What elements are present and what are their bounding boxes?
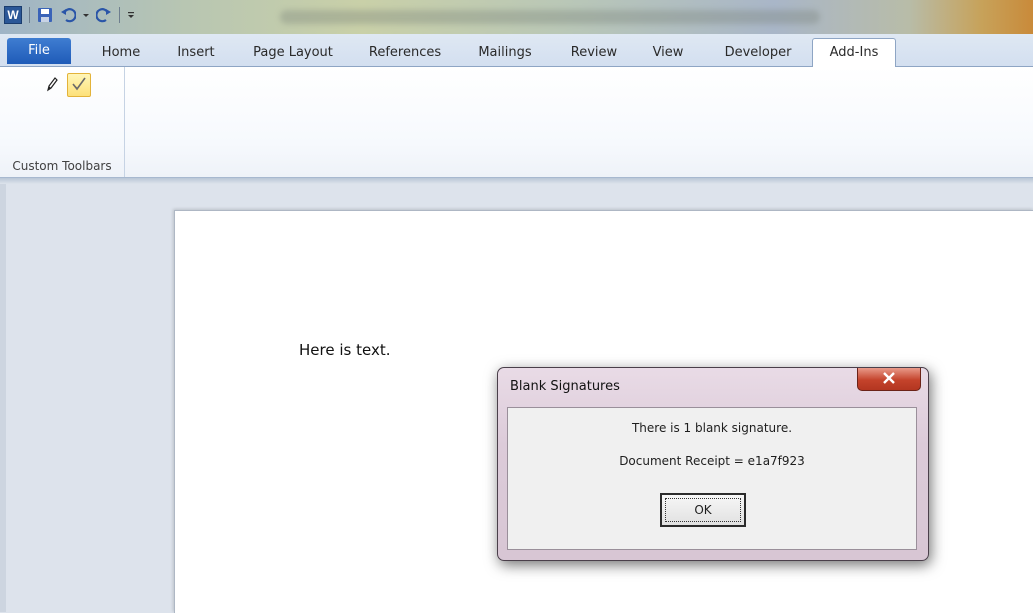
undo-icon[interactable]: [60, 7, 76, 23]
dialog-message-receipt: Document Receipt = e1a7f923: [619, 454, 805, 468]
checkmark-icon: [71, 76, 87, 95]
dialog-close-button[interactable]: [857, 368, 921, 391]
focus-rectangle: [665, 498, 741, 522]
close-icon: [882, 371, 896, 387]
undo-dropdown-icon[interactable]: [83, 7, 89, 23]
dialog-body: There is 1 blank signature. Document Rec…: [507, 407, 917, 550]
word-app-icon[interactable]: W: [4, 6, 22, 24]
blank-signatures-dialog: Blank Signatures There is 1 blank signat…: [497, 367, 929, 561]
save-icon[interactable]: [37, 7, 53, 23]
toolbar-separator: [29, 7, 30, 23]
pencil-button[interactable]: [41, 74, 63, 96]
tab-review[interactable]: Review: [564, 42, 624, 66]
quick-access-toolbar: W: [4, 6, 135, 24]
pencil-icon: [44, 76, 60, 95]
ribbon-group-label: Custom Toolbars: [12, 159, 112, 173]
tab-mailings[interactable]: Mailings: [470, 42, 540, 66]
ribbon-group-custom-toolbars: Custom Toolbars: [0, 67, 125, 177]
title-bar: W: [0, 0, 1033, 34]
dialog-message-count: There is 1 blank signature.: [631, 421, 793, 435]
customize-toolbar-icon[interactable]: [127, 7, 135, 23]
tab-view[interactable]: View: [646, 42, 690, 66]
ribbon-panel: Custom Toolbars: [0, 67, 1033, 178]
dialog-title: Blank Signatures: [510, 379, 620, 394]
ribbon-divider: [0, 178, 1033, 184]
toolbar-separator: [119, 7, 120, 23]
tab-references[interactable]: References: [363, 42, 447, 66]
left-margin-strip: [0, 184, 6, 612]
window-title-blurred: [280, 10, 820, 24]
tab-page-layout[interactable]: Page Layout: [246, 42, 340, 66]
tab-file[interactable]: File: [7, 38, 71, 64]
tab-add-ins[interactable]: Add-Ins: [812, 38, 896, 67]
tab-home[interactable]: Home: [96, 42, 146, 66]
document-text[interactable]: Here is text.: [299, 341, 390, 359]
ok-button[interactable]: OK: [660, 493, 746, 527]
tab-insert[interactable]: Insert: [170, 42, 222, 66]
redo-icon[interactable]: [96, 7, 112, 23]
tab-developer[interactable]: Developer: [718, 42, 798, 66]
checkmark-button[interactable]: [67, 73, 91, 97]
ribbon-tab-row: File Home Insert Page Layout References …: [0, 34, 1033, 67]
